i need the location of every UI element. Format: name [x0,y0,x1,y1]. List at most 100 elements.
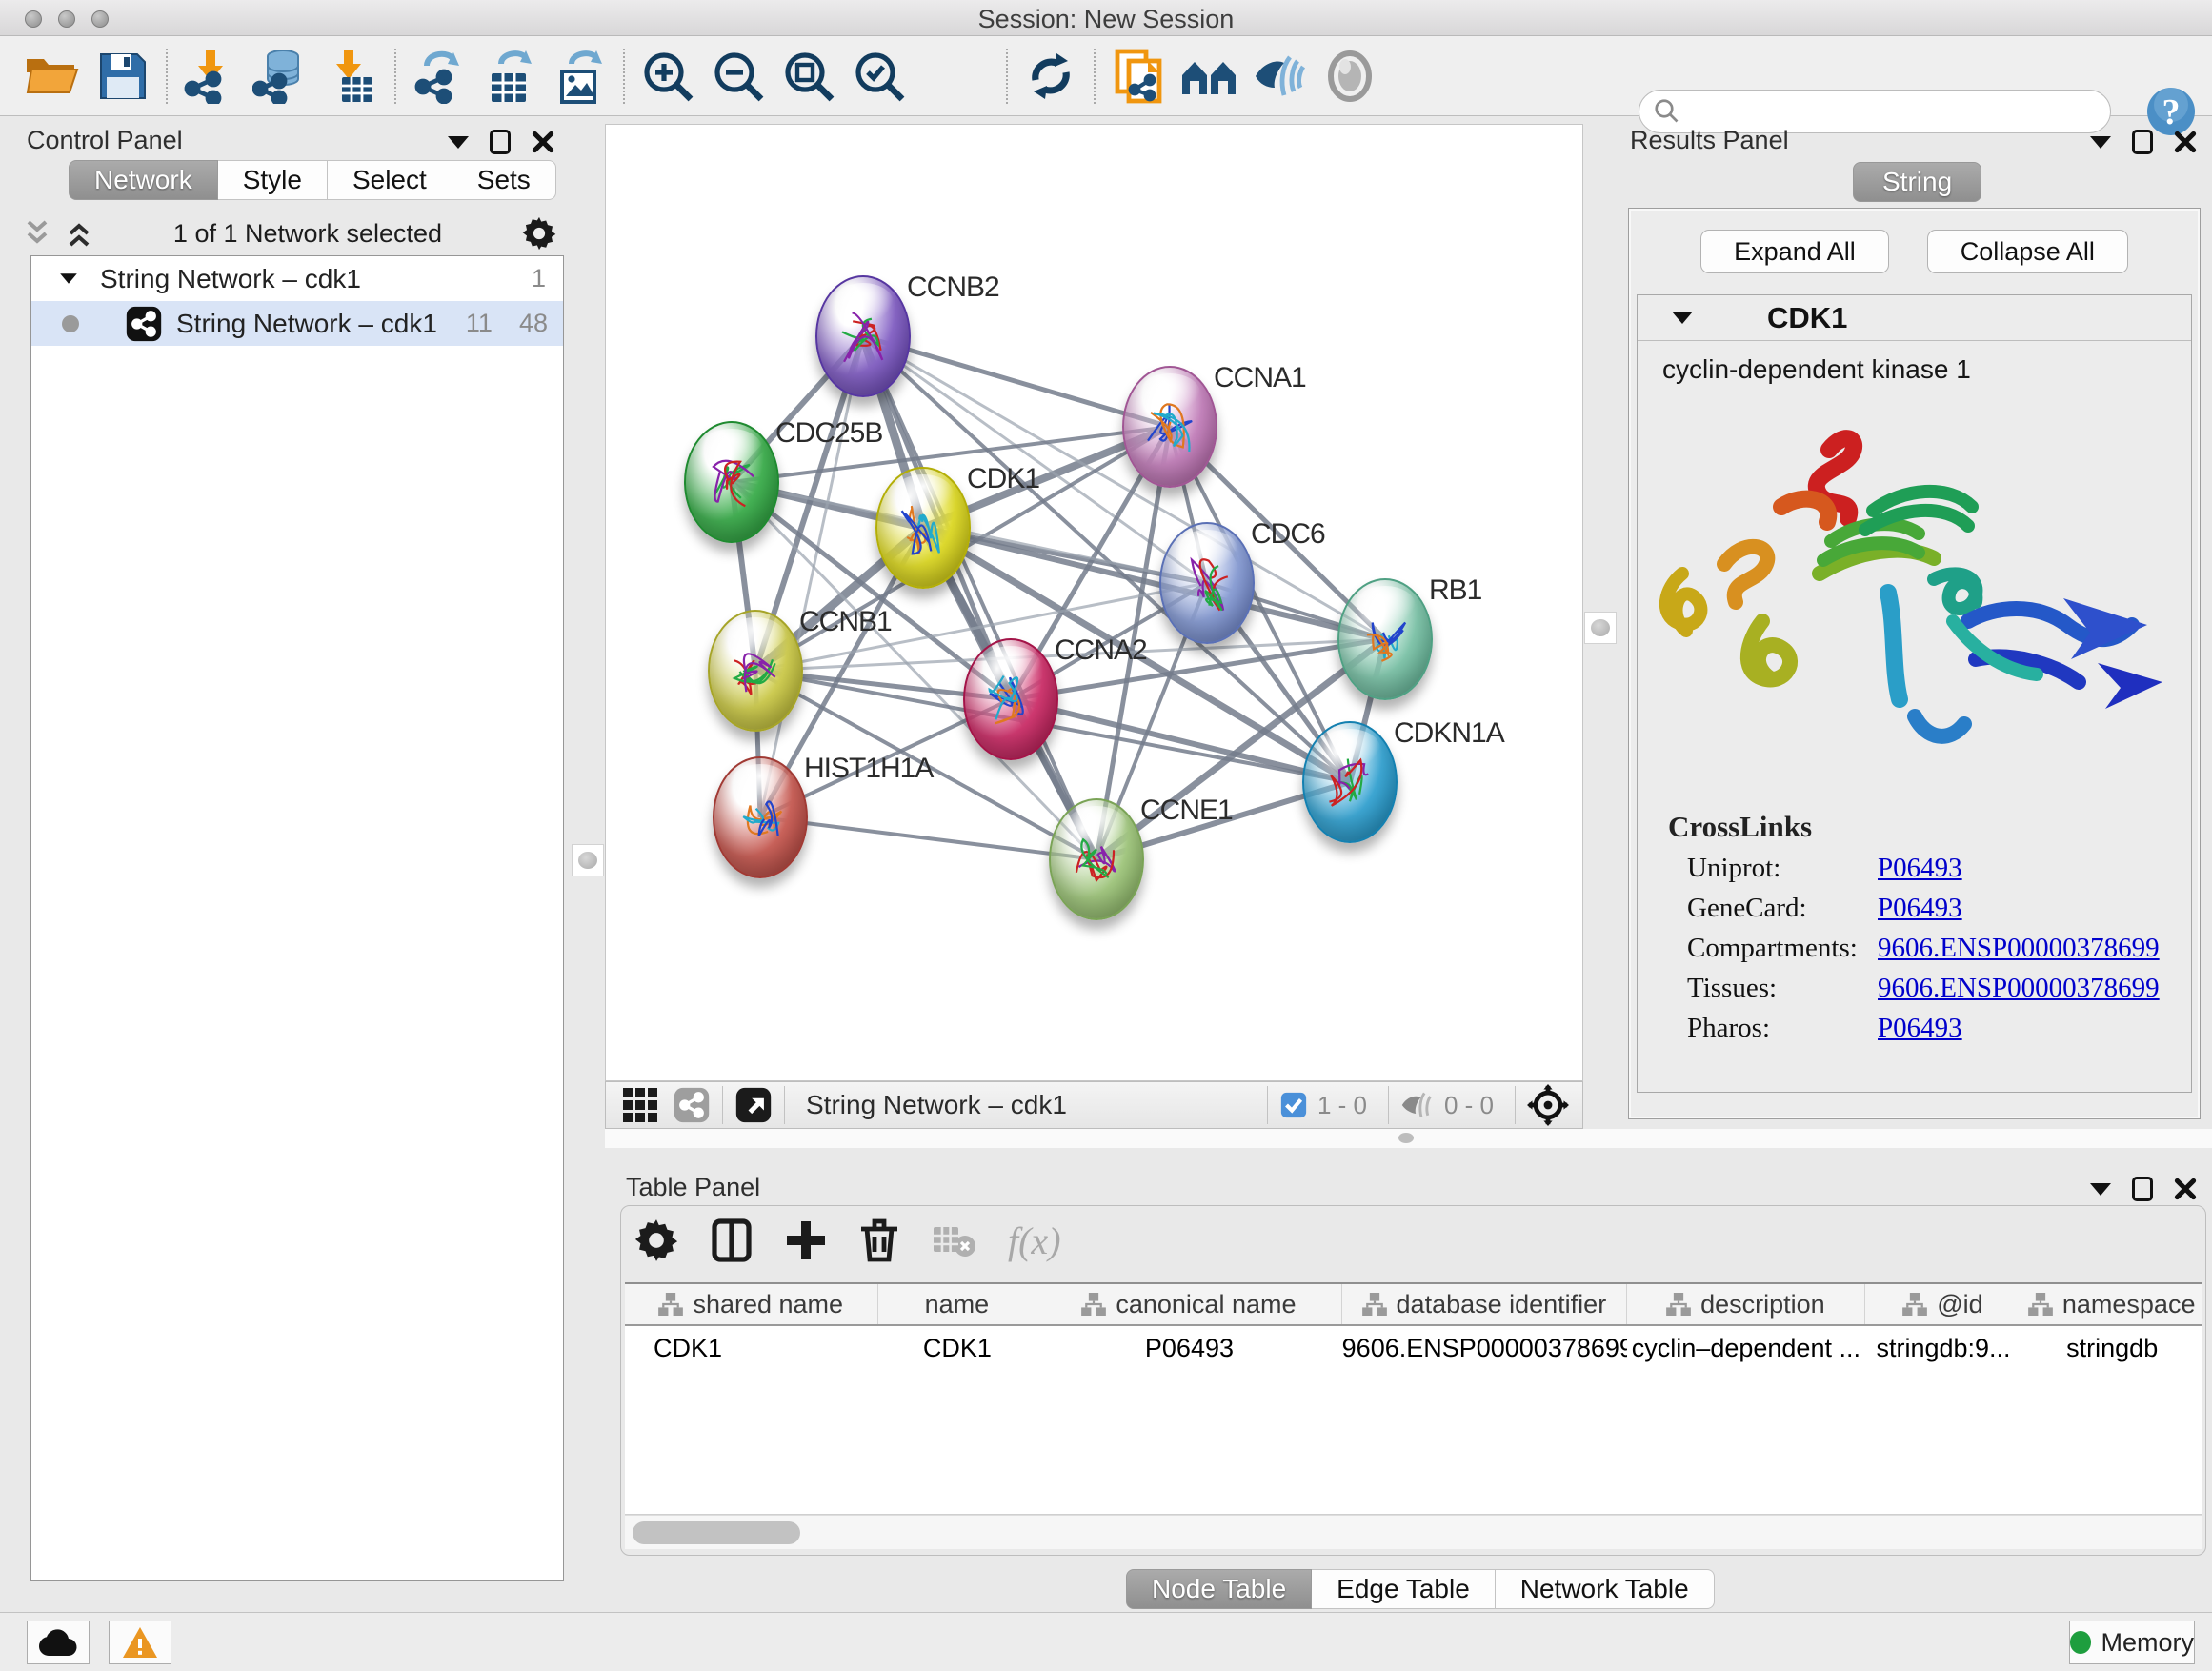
table-hscrollbar[interactable] [625,1515,2202,1549]
export-network-button[interactable] [404,45,474,108]
crosslink-link[interactable]: P06493 [1878,853,1962,884]
horizontal-splitter[interactable] [605,1129,2212,1148]
table-options-gear-icon[interactable] [634,1218,678,1262]
crosslink-link[interactable]: P06493 [1878,1013,1962,1044]
add-column-icon[interactable] [785,1219,827,1261]
network-node-ccna2[interactable] [963,638,1058,760]
float-panel-icon[interactable] [2132,1177,2153,1201]
toolbar-separator [623,49,625,104]
tab-style[interactable]: Style [218,160,328,200]
panel-menu-icon[interactable] [448,136,469,149]
delete-column-icon[interactable] [859,1218,899,1263]
first-neighbors-button[interactable] [1174,45,1244,108]
gene-card-header[interactable]: CDK1 [1638,295,2191,341]
column-header[interactable]: shared name [625,1284,878,1324]
tab-network-table[interactable]: Network Table [1496,1569,1715,1609]
grid-view-icon[interactable] [621,1086,659,1124]
cloud-button[interactable] [27,1621,90,1664]
import-network-database-button[interactable] [246,45,316,108]
network-node-cdc25b[interactable] [684,421,779,543]
table-row[interactable]: CDK1CDK1P064939606.ENSP00000378699cyclin… [625,1326,2202,1370]
warnings-button[interactable] [109,1621,171,1664]
network-node-ccna1[interactable] [1122,366,1217,488]
left-splitter-handle[interactable] [572,844,604,876]
node-table[interactable]: shared namenamecanonical namedatabase id… [625,1282,2202,1515]
horizontal-splitter-handle[interactable] [1398,1133,1414,1143]
collapse-all-button[interactable]: Collapse All [1927,230,2128,273]
crosslink-link[interactable]: 9606.ENSP00000378699 [1878,933,2160,964]
network-node-rb1[interactable] [1337,578,1433,700]
network-node-ccne1[interactable] [1049,798,1144,920]
network-edge[interactable] [760,336,863,817]
network-edge[interactable] [760,817,1096,859]
detach-view-icon[interactable] [734,1086,773,1124]
import-table-button[interactable] [316,45,387,108]
network-node-cdc6[interactable] [1159,522,1255,644]
column-header[interactable]: database identifier [1342,1284,1627,1324]
crosslink-link[interactable]: P06493 [1878,893,1962,924]
column-header[interactable]: canonical name [1036,1284,1341,1324]
table-cell[interactable]: 9606.ENSP00000378699 [1342,1334,1627,1363]
close-panel-icon[interactable] [2174,1178,2197,1200]
network-row[interactable]: String Network – cdk1 11 48 [31,301,563,346]
expand-all-icon[interactable] [65,218,93,249]
tab-sets[interactable]: Sets [452,160,556,200]
tab-network[interactable]: Network [69,160,218,200]
table-hscrollbar-thumb[interactable] [633,1521,800,1544]
right-splitter-handle[interactable] [1584,612,1617,644]
show-columns-icon[interactable] [711,1218,753,1263]
table-cell[interactable]: P06493 [1036,1334,1341,1363]
show-all-button[interactable] [1315,45,1385,108]
column-header[interactable]: namespace [2021,1284,2202,1324]
column-header[interactable]: @id [1865,1284,2022,1324]
crosslink-link[interactable]: 9606.ENSP00000378699 [1878,973,2160,1004]
collection-expand-icon[interactable] [60,273,77,283]
network-canvas[interactable]: CCNB2CCNA1CDC25BCDK1CDC6RB1CCNB1CCNA2CDK… [605,124,1583,1081]
expand-all-button[interactable]: Expand All [1700,230,1889,273]
table-cell[interactable]: stringdb [2021,1334,2202,1363]
collapse-all-icon[interactable] [23,218,51,249]
table-cell[interactable]: CDK1 [625,1334,878,1363]
column-header[interactable]: description [1627,1284,1865,1324]
tab-string[interactable]: String [1853,162,1981,202]
zoom-in-button[interactable] [633,45,703,108]
open-session-button[interactable] [17,45,88,108]
close-panel-icon[interactable] [2174,131,2197,153]
crosslink-label: Tissues: [1687,973,1878,1004]
zoom-selected-button[interactable] [844,45,915,108]
tab-node-table[interactable]: Node Table [1126,1569,1312,1609]
zoom-out-button[interactable] [703,45,774,108]
close-panel-icon[interactable] [532,131,554,153]
left-splitter[interactable] [570,118,605,1610]
zoom-fit-button[interactable] [774,45,844,108]
save-session-button[interactable] [88,45,158,108]
tab-edge-table[interactable]: Edge Table [1312,1569,1496,1609]
table-cell[interactable]: cyclin–dependent ... [1627,1334,1865,1363]
birdseye-toggle-icon[interactable] [1527,1084,1569,1126]
export-table-button[interactable] [474,45,545,108]
network-node-ccnb2[interactable] [815,275,911,397]
hide-selected-button[interactable] [1244,45,1315,108]
float-panel-icon[interactable] [490,130,511,154]
tab-select[interactable]: Select [328,160,452,200]
export-image-button[interactable] [545,45,615,108]
table-cell[interactable]: stringdb:9... [1865,1334,2022,1363]
table-cell[interactable]: CDK1 [878,1334,1037,1363]
network-node-cdkn1a[interactable] [1302,721,1398,843]
column-header[interactable]: name [878,1284,1037,1324]
import-network-file-button[interactable] [175,45,246,108]
network-node-ccnb1[interactable] [708,610,803,732]
network-node-cdk1[interactable] [875,467,971,589]
network-view-icon[interactable] [673,1086,711,1124]
clone-network-button[interactable] [1103,45,1174,108]
float-panel-icon[interactable] [2132,130,2153,154]
network-collection-row[interactable]: String Network – cdk1 1 [31,256,563,301]
collapse-section-icon[interactable] [1672,312,1693,324]
network-options-gear-icon[interactable] [522,216,556,251]
network-node-hist1h1a[interactable] [713,756,808,878]
memory-button[interactable]: Memory [2069,1621,2195,1664]
panel-menu-icon[interactable] [2090,1183,2111,1196]
refresh-view-button[interactable] [1016,45,1086,108]
panel-menu-icon[interactable] [2090,136,2111,149]
right-splitter[interactable] [1583,118,1617,1129]
